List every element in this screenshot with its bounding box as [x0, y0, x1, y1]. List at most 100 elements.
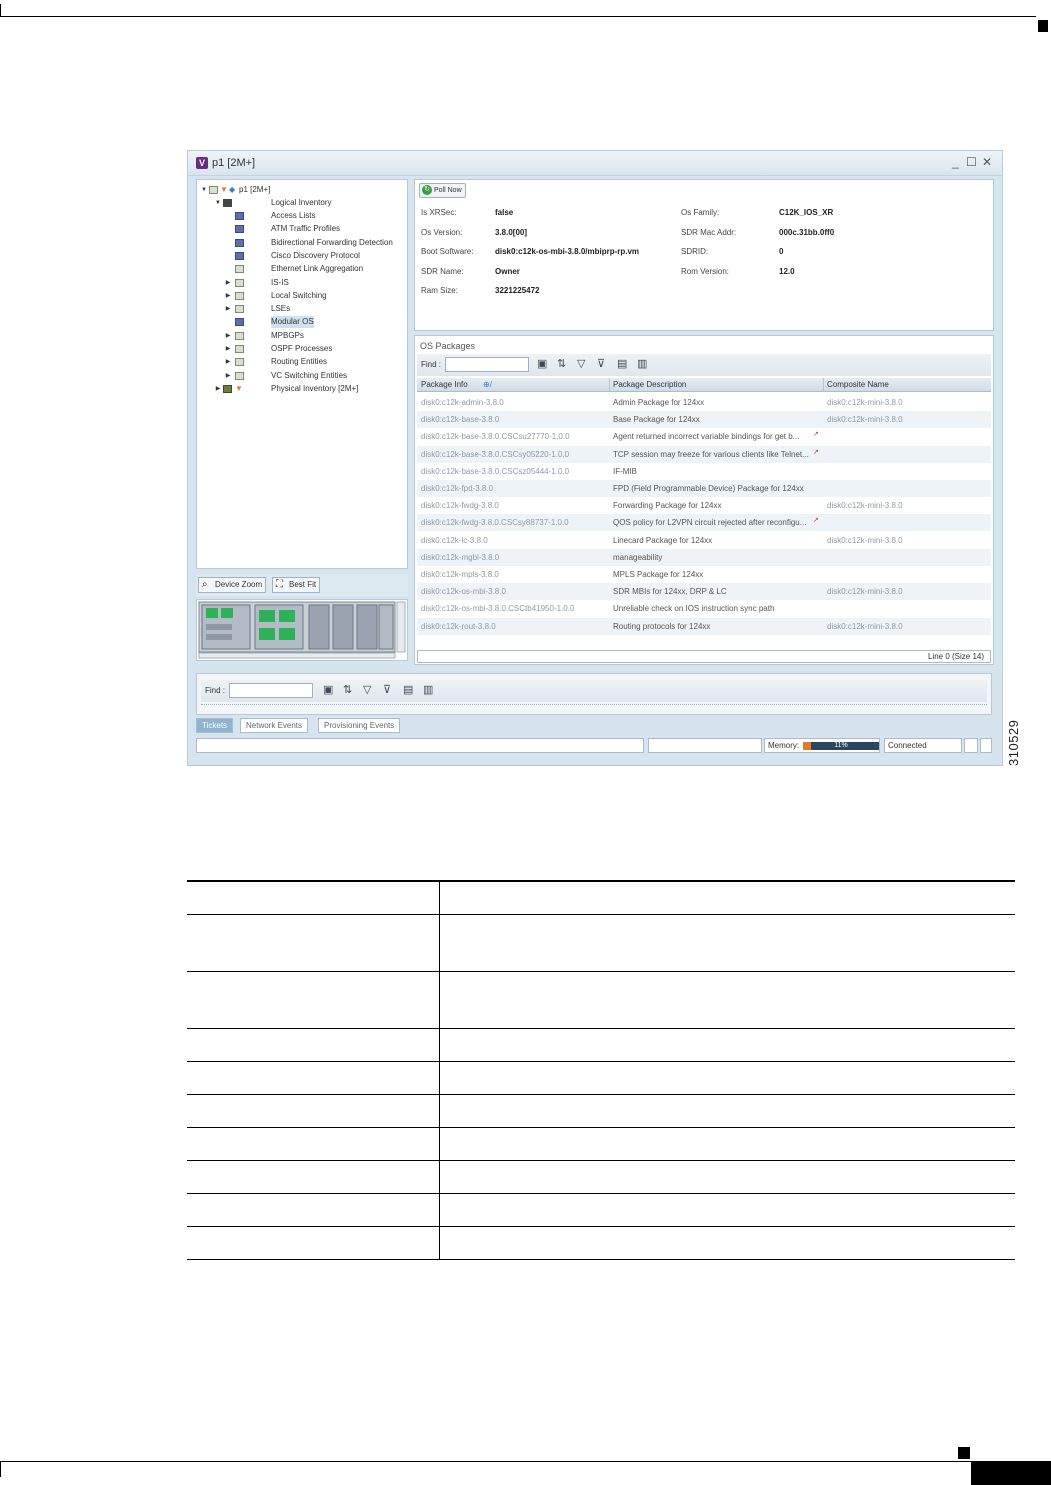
package-description-cell: TCP session may freeze for various clien…: [613, 449, 809, 459]
property-field: Is XRSec: false: [421, 208, 513, 217]
filter-icon[interactable]: ▽: [577, 358, 585, 370]
status-slot: [980, 738, 992, 753]
table-row: [187, 1127, 1015, 1161]
filter-icon[interactable]: ▽: [363, 684, 371, 696]
device-zoom-button[interactable]: ⌕ Device Zoom: [198, 577, 267, 593]
package-info-cell: disk0:c12k-base-3.8.0: [421, 415, 500, 425]
tickets-find-input[interactable]: [229, 683, 313, 698]
advanced-filter-icon[interactable]: ⊽: [383, 684, 391, 696]
header-marker: [1038, 20, 1048, 32]
footer-rule: [0, 1461, 1051, 1462]
device-zoom-label: Device Zoom: [215, 580, 263, 589]
figure-number: 310529: [1006, 719, 1021, 766]
table-row[interactable]: disk0:c12k-rout-3.8.0 Routing protocols f…: [417, 617, 991, 635]
tree-item-label: Modular OS: [271, 316, 314, 329]
expand-icon[interactable]: ▶: [225, 330, 231, 342]
maximize-button[interactable]: ☐: [966, 155, 977, 169]
package-info-cell: disk0:c12k-fpd-3.8.0: [421, 484, 494, 493]
table-row[interactable]: disk0:c12k-fwdg-3.8.0.CSCsy88737-1.0.0 QO…: [417, 514, 991, 532]
package-description-cell: Agent returned incorrect variable bindin…: [613, 432, 800, 442]
table-row: [187, 1160, 1015, 1194]
tickets-find-label: Find :: [205, 686, 226, 695]
table-row[interactable]: disk0:c12k-base-3.8.0.CSCsu27770-1.0.0 Ag…: [417, 428, 991, 445]
expand-icon[interactable]: ▶: [225, 303, 231, 315]
package-description-cell: Linecard Package for 124xx: [613, 535, 713, 545]
poll-now-button[interactable]: ↻ Poll Now: [419, 183, 466, 198]
collapse-icon[interactable]: ▼: [215, 197, 221, 209]
advanced-filter-icon[interactable]: ⊽: [597, 358, 605, 370]
property-label: SDR Name:: [421, 266, 464, 276]
export-icon[interactable]: ▣: [537, 358, 547, 370]
fit-icon: ⛶: [276, 579, 283, 590]
tree-item-label: MPBGPs: [271, 330, 304, 340]
footer-marker: [958, 1447, 970, 1459]
packages-find-input[interactable]: [445, 357, 529, 372]
property-value: 000c.31bb.0ff0: [779, 227, 835, 237]
packages-toolbar: Find : ▣ ⇅ ▽ ⊽ ▤ ▥: [417, 354, 991, 376]
expand-icon[interactable]: ▶: [215, 383, 221, 395]
property-field: Boot Software: disk0:c12k-os-mbi-3.8.0/mb…: [421, 247, 639, 256]
table-row[interactable]: disk0:c12k-base-3.8.0 Base Package for 12…: [417, 411, 991, 429]
close-button[interactable]: ✕: [982, 155, 992, 169]
table-row[interactable]: disk0:c12k-fwdg-3.8.0 Forwarding Package …: [417, 497, 991, 514]
package-description-cell: Routing protocols for 124xx: [613, 621, 711, 631]
tree-item-label: Ethernet Link Aggregation: [271, 264, 364, 274]
table-row[interactable]: disk0:c12k-admin-3.8.0 Admin Package for …: [417, 394, 991, 411]
expand-icon[interactable]: ▶: [225, 343, 231, 355]
table-row[interactable]: disk0:c12k-lc-3.8.0 Linecard Package for …: [417, 532, 991, 549]
column-divider[interactable]: [609, 378, 610, 392]
connection-status: Connected: [884, 738, 962, 753]
tree-item-label: VC Switching Entities: [271, 370, 348, 380]
memory-label: Memory:: [768, 741, 800, 750]
column-package-description[interactable]: Package Description: [613, 380, 686, 389]
device-window: V p1 [2M+] _ ☐ ✕ ▼ ▼ ◆ p1 [2M+] ▼ Logica…: [187, 150, 1003, 766]
minimize-button[interactable]: _: [952, 155, 959, 169]
table-row: [187, 1226, 1015, 1260]
tab-network-events[interactable]: Network Events: [240, 718, 309, 733]
package-description-cell: Forwarding Package for 124xx: [613, 501, 722, 511]
table-row: [187, 971, 1015, 1029]
column-package-info[interactable]: Package Info: [421, 380, 468, 389]
table-row[interactable]: disk0:c12k-base-3.8.0.CSCsy05220-1.0.0 TC…: [417, 445, 991, 463]
column-composite-name[interactable]: Composite Name: [827, 380, 889, 389]
inventory-tree: ▼ ▼ ◆ p1 [2M+] ▼ Logical Inventory Acces…: [196, 179, 408, 569]
property-field: Os Version: 3.8.0[00]: [421, 228, 527, 237]
column-divider[interactable]: [823, 378, 824, 392]
print-icon[interactable]: ▤: [617, 358, 627, 370]
inventory-node-icon: [235, 331, 244, 340]
table-row[interactable]: disk0:c12k-mgbl-3.8.0 manageability: [417, 548, 991, 566]
expand-icon[interactable]: ▶: [225, 277, 231, 289]
alarm-icon: ▼: [235, 384, 243, 393]
inventory-node-icon: [235, 212, 244, 220]
package-info-cell: disk0:c12k-fwdg-3.8.0: [421, 501, 499, 511]
chassis-view[interactable]: [196, 599, 408, 661]
columns-icon[interactable]: ▥: [423, 684, 433, 696]
expand-icon[interactable]: ▶: [225, 290, 231, 302]
print-icon[interactable]: ▤: [403, 684, 413, 696]
sort-icon[interactable]: ⇅: [343, 684, 352, 696]
sort-icon[interactable]: ⇅: [557, 358, 566, 370]
table-row[interactable]: disk0:c12k-os-mbi-3.8.0 SDR MBIs for 124x…: [417, 583, 991, 601]
export-icon[interactable]: ▣: [323, 684, 333, 696]
expand-icon[interactable]: ▶: [225, 356, 231, 368]
columns-icon[interactable]: ▥: [637, 358, 647, 370]
package-description-cell: MPLS Package for 124xx: [613, 570, 704, 579]
table-row: [187, 880, 1015, 915]
chassis-icon: [209, 186, 218, 194]
table-row[interactable]: disk0:c12k-base-3.8.0.CSCsz05444-1.0.0 IF…: [417, 463, 991, 480]
property-value: 0: [779, 247, 784, 256]
logical-inventory-icon: [223, 199, 232, 207]
table-row[interactable]: disk0:c12k-os-mbi-3.8.0.CSCtb41950-1.0.0…: [417, 600, 991, 617]
tree-physical-label: Physical Inventory [2M+]: [271, 384, 359, 393]
package-info-cell: disk0:c12k-admin-3.8.0: [421, 398, 504, 407]
tab-provisioning-events[interactable]: Provisioning Events: [318, 718, 401, 733]
property-label: SDRID:: [681, 247, 709, 256]
table-row[interactable]: disk0:c12k-mpls-3.8.0 MPLS Package for 12…: [417, 566, 991, 583]
inventory-node-icon: [235, 305, 244, 314]
tab-tickets[interactable]: Tickets: [196, 718, 234, 733]
collapse-icon[interactable]: ▼: [201, 184, 207, 196]
best-fit-button[interactable]: ⛶ Best Fit: [272, 577, 321, 593]
expand-icon[interactable]: ▶: [225, 370, 231, 382]
table-row[interactable]: disk0:c12k-fpd-3.8.0 FPD (Field Programma…: [417, 480, 991, 497]
footer-tick: [0, 1461, 1, 1477]
